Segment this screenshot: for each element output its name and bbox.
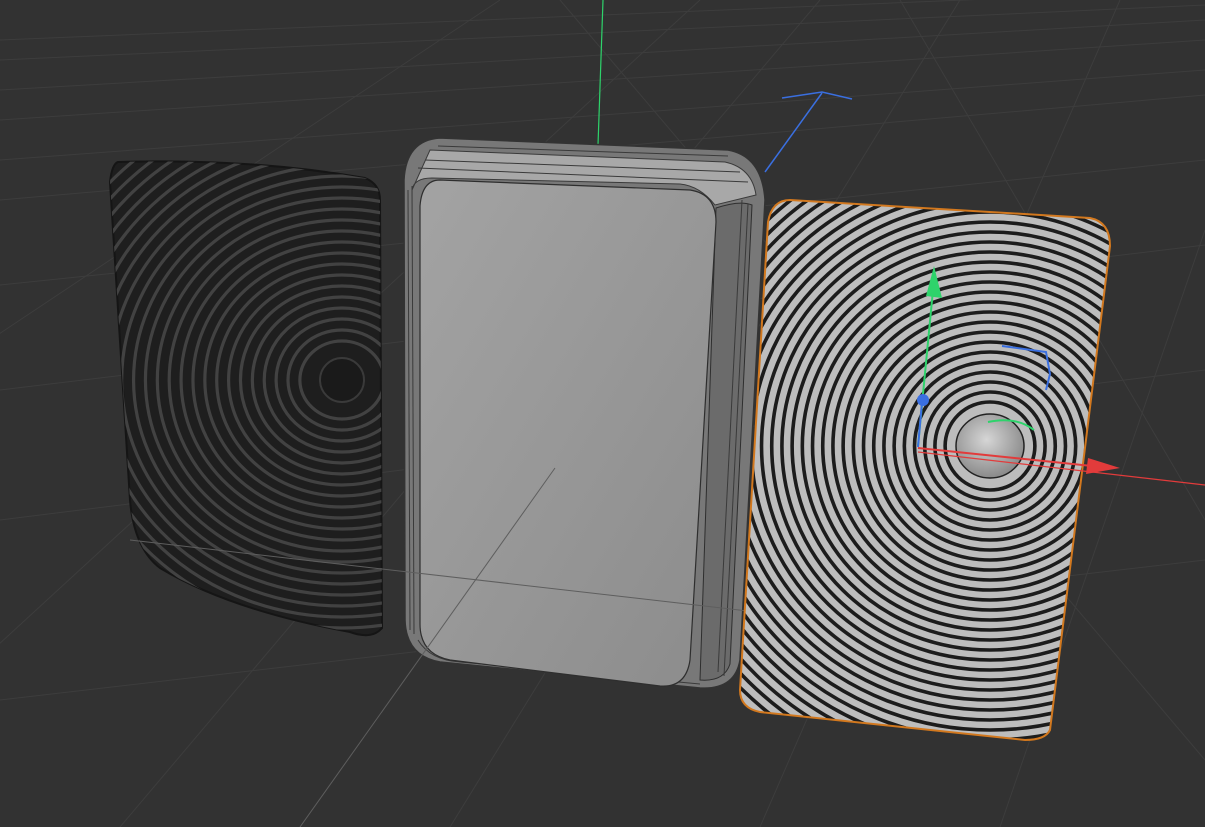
viewport-canvas[interactable] xyxy=(0,0,1205,827)
gizmo-z-handle[interactable] xyxy=(917,394,929,406)
gizmo-x-arrowhead[interactable] xyxy=(1086,458,1120,474)
beveled-block[interactable] xyxy=(403,137,766,689)
3d-viewport[interactable] xyxy=(0,0,1205,827)
world-y-axis-line xyxy=(597,0,604,146)
